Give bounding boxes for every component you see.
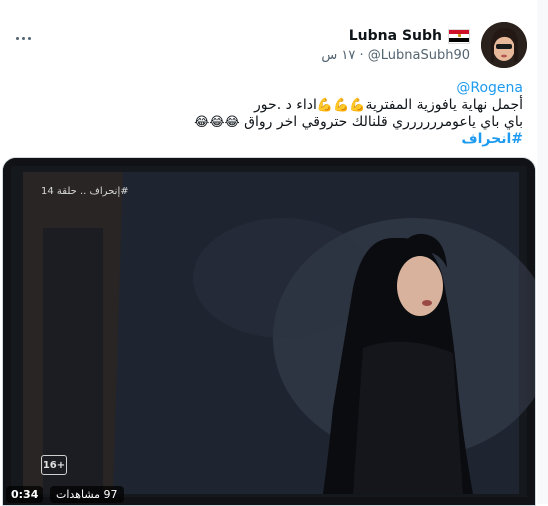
timestamp[interactable]: ١٧ س — [321, 48, 355, 63]
tweet-text: @Rogena أجمل نهاية يافوزية المفترية💪💪💪اد… — [23, 80, 523, 148]
tweet-meta: ١٧ س · @LubnaSubh90 — [321, 48, 470, 63]
video-frame — [3, 158, 535, 505]
more-options-icon[interactable] — [12, 30, 34, 46]
egypt-flag-icon — [448, 28, 470, 44]
overlay-show-title: #إنحراف .. حلقة 14 — [41, 186, 129, 197]
age-rating-badge: 16+ — [41, 455, 67, 475]
video-player[interactable]: #إنحراف .. حلقة 14 16+ 97 مشاهدات 0:34 — [2, 157, 536, 506]
author-header: Lubna Subh — [349, 28, 470, 44]
hashtag-link[interactable]: #انحراف — [461, 131, 523, 147]
view-count: 97 مشاهدات — [50, 486, 124, 503]
meta-separator: · — [359, 48, 364, 63]
avatar[interactable] — [481, 22, 527, 68]
display-name[interactable]: Lubna Subh — [349, 28, 442, 44]
flexed-biceps-icon: 💪💪💪 — [316, 98, 366, 113]
tweet-line-3: باي باي ياعومرررررري قلنالك حتروقي اخر ر… — [244, 114, 523, 130]
tweet-line-2a: أجمل نهاية يافوزية المفترية — [365, 97, 523, 113]
scrollbar-track[interactable] — [537, 0, 548, 504]
handle[interactable]: @LubnaSubh90 — [368, 48, 470, 63]
video-duration: 0:34 — [6, 486, 44, 503]
avatar-photo — [481, 22, 527, 68]
tweet-line-2b: اداء د .حور — [254, 97, 317, 113]
mention-link[interactable]: @Rogena — [456, 80, 523, 96]
laughing-icon: 😂😂😂 — [194, 115, 240, 130]
tweet-card[interactable]: Lubna Subh ١٧ س · @LubnaSubh90 @Rogena أ… — [0, 0, 538, 506]
